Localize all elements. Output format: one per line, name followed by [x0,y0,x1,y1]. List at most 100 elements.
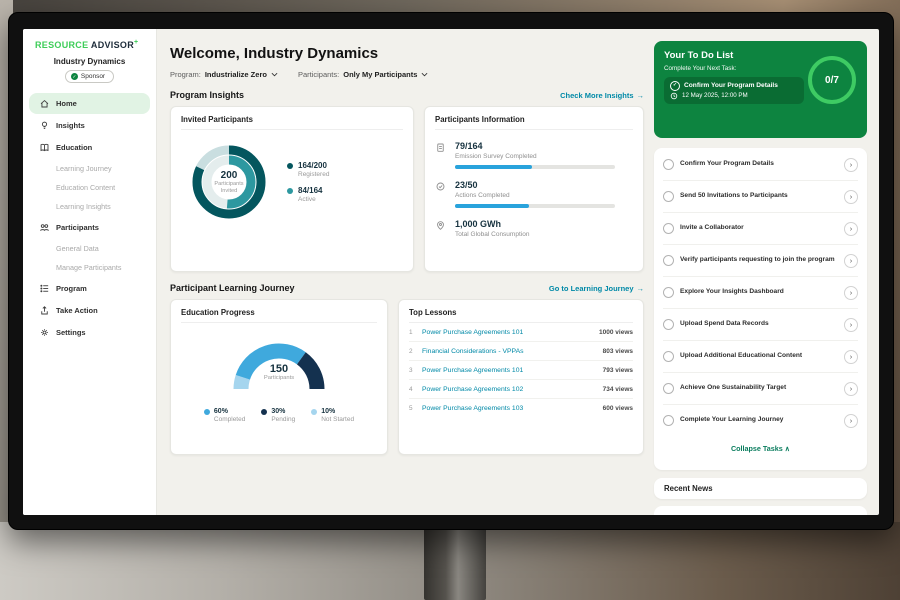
participants-information-card: Participants Information 79/164 Emission… [424,106,644,272]
task-checkbox[interactable] [663,191,674,202]
task-row-invite-collaborator[interactable]: Invite a Collaborator › [663,213,858,245]
sidebar-item-general-data[interactable]: General Data [29,239,150,258]
task-row-upload-educational-content[interactable]: Upload Additional Educational Content › [663,341,858,373]
task-row-explore-insights[interactable]: Explore Your Insights Dashboard › [663,277,858,309]
monitor-bezel: RESOURCE ADVISOR+ Industry Dynamics ✓ Sp… [8,12,894,530]
task-row-verify-participants[interactable]: Verify participants requesting to join t… [663,245,858,277]
task-row-upload-spend-data[interactable]: Upload Spend Data Records › [663,309,858,341]
sponsor-badge-icon: ✓ [71,73,78,80]
task-checkbox[interactable] [663,415,674,426]
arrow-right-icon: → [637,284,645,293]
chevron-down-icon [421,72,428,77]
task-row-confirm-program[interactable]: Confirm Your Program Details › [663,149,858,181]
task-checkbox[interactable] [663,319,674,330]
sidebar-item-manage-participants[interactable]: Manage Participants [29,258,150,277]
task-row-complete-learning-journey[interactable]: Complete Your Learning Journey › [663,405,858,436]
lesson-link[interactable]: Power Purchase Agreements 101 [422,367,597,374]
gauge-center-label: 150 Participants [224,363,334,381]
people-icon [39,222,50,233]
program-filter-value: Industrialize Zero [205,70,267,79]
legend-value: 84/164 [298,186,322,195]
todo-next-due: 12 May 2025, 12:00 PM [670,91,798,100]
stat-global-consumption: 1,000 GWh Total Global Consumption [435,219,633,238]
chevron-right-icon[interactable]: › [844,318,858,332]
legend-label: Pending [271,416,295,423]
recent-news-header[interactable]: Recent News [654,478,867,499]
task-label: Upload Additional Educational Content [680,352,838,361]
sidebar-item-label: Home [56,99,77,108]
legend-label: Completed [214,416,245,423]
sidebar-item-education-content[interactable]: Education Content [29,178,150,197]
check-more-insights-link[interactable]: Check More Insights → [560,91,644,100]
legend-label: Active [298,196,322,203]
donut-center-label: 200 Participants Invited [181,134,277,230]
task-checkbox[interactable] [663,351,674,362]
donut-legend: 164/200 Registered 84/164 Active [287,153,329,211]
active-dot [287,188,293,194]
program-insights-header: Program Insights Check More Insights → [170,90,644,100]
chevron-right-icon[interactable]: › [844,222,858,236]
sidebar-item-settings[interactable]: Settings [29,322,150,343]
legend-item-active: 84/164 Active [287,186,329,203]
collapse-tasks-link[interactable]: Collapse Tasks ∧ [663,436,858,461]
lesson-link[interactable]: Power Purchase Agreements 103 [422,405,597,412]
go-to-learning-journey-link[interactable]: Go to Learning Journey → [549,284,644,293]
chevron-right-icon[interactable]: › [844,414,858,428]
not-started-dot [311,409,317,415]
lesson-link[interactable]: Financial Considerations - VPPAs [422,348,597,355]
task-checkbox[interactable] [663,255,674,266]
task-label: Send 50 Invitations to Participants [680,192,838,201]
sidebar-item-learning-journey[interactable]: Learning Journey [29,159,150,178]
chevron-right-icon[interactable]: › [844,158,858,172]
task-checkbox[interactable] [663,223,674,234]
sidebar-item-learning-insights[interactable]: Learning Insights [29,197,150,216]
program-filter-label: Program: [170,70,201,79]
task-checkbox[interactable] [663,159,674,170]
filter-bar: Program: Industrialize Zero Participants… [170,70,644,79]
sidebar-item-program[interactable]: Program [29,278,150,299]
clock-icon [670,92,678,100]
participants-filter[interactable]: Participants: Only My Participants [298,70,428,79]
task-checkbox[interactable] [663,383,674,394]
task-row-send-invitations[interactable]: Send 50 Invitations to Participants › [663,181,858,213]
lesson-views: 734 views [603,386,633,393]
chevron-right-icon[interactable]: › [844,382,858,396]
task-row-achieve-target[interactable]: Achieve One Sustainability Target › [663,373,858,405]
chevron-right-icon[interactable]: › [844,350,858,364]
chevron-right-icon[interactable]: › [844,254,858,268]
participants-filter-label: Participants: [298,70,339,79]
program-filter[interactable]: Program: Industrialize Zero [170,70,278,79]
lesson-link[interactable]: Power Purchase Agreements 101 [422,329,593,336]
sidebar-item-label: Education [56,143,92,152]
sidebar-item-label: Insights [56,121,85,130]
lesson-link[interactable]: Power Purchase Agreements 102 [422,386,597,393]
task-label: Complete Your Learning Journey [680,416,838,425]
desk-photo-background: RESOURCE ADVISOR+ Industry Dynamics ✓ Sp… [0,0,900,600]
learning-journey-header: Participant Learning Journey Go to Learn… [170,283,644,293]
legend-label: Not Started [321,416,354,423]
sidebar-item-label: Settings [56,328,86,337]
sidebar-item-take-action[interactable]: Take Action [29,300,150,321]
sidebar-item-label: Program [56,284,87,293]
sponsor-badge[interactable]: ✓ Sponsor [65,70,114,83]
sidebar-item-label: Learning Insights [56,202,111,211]
page-title: Welcome, Industry Dynamics [170,45,644,62]
sidebar-item-insights[interactable]: Insights [29,115,150,136]
lesson-row: 1 Power Purchase Agreements 101 1000 vie… [409,323,633,342]
task-checkbox[interactable] [663,287,674,298]
sidebar-item-participants[interactable]: Participants [29,217,150,238]
gauge-legend: 60% Completed 30% Pending 10% Not Starte… [181,407,377,423]
lesson-rank: 5 [409,405,416,412]
sidebar-item-home[interactable]: Home [29,93,150,114]
sidebar-item-education[interactable]: Education [29,137,150,158]
survey-icon [435,141,447,169]
gear-icon [39,327,50,338]
legend-pct: 60% [214,408,228,415]
logo-part-1: RESOURCE [35,40,88,50]
chevron-up-icon: ∧ [785,444,790,453]
donut-center-caption: Participants Invited [210,181,248,194]
chevron-right-icon[interactable]: › [844,190,858,204]
sponsor-badge-label: Sponsor [81,73,105,80]
list-icon [39,283,50,294]
chevron-right-icon[interactable]: › [844,286,858,300]
